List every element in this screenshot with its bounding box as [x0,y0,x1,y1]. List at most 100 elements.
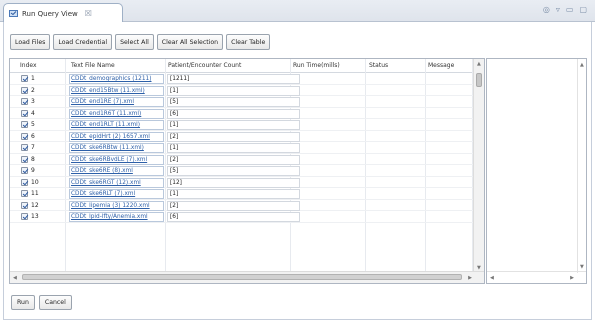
file-name-link[interactable]: CDDt_ske6RGT (12).xml [70,179,163,187]
file-name-cell[interactable]: CDDt_ske6RLT (7).xml [69,189,164,199]
load-credential-button[interactable]: Load Credential [53,34,113,50]
table-row[interactable]: 2 CDDt_end15Btw (11.xml) [1] [10,85,474,96]
file-name-link[interactable]: CDDt_epidHrt (2) 1657.xml [70,133,163,141]
scroll-right-icon[interactable]: ▶ [570,275,574,281]
row-checkbox[interactable] [21,190,28,197]
file-name-cell[interactable]: CDDt_epidHrt (2) 1657.xml [69,131,164,142]
load-files-button[interactable]: Load Files [10,34,51,50]
file-name-cell[interactable]: CDDt_end15Btw (11.xml) [69,85,164,96]
file-name-cell[interactable]: CDDt_ske6RBvdLE (7).xml [69,154,164,165]
file-name-cell[interactable]: CDDt_end1RE (7).xml [69,97,164,107]
column-header-count[interactable]: Patient/Encounter Count [168,62,241,69]
row-checkbox[interactable] [21,144,28,151]
row-index: 1 [31,75,35,82]
table-row[interactable]: 13 CDDt_lpid-lfty/Anemia.xml [6] [10,211,474,223]
row-checkbox[interactable] [21,132,28,140]
scroll-right-icon[interactable]: ▶ [468,275,472,281]
clear-all-selection-button[interactable]: Clear All Selection [156,34,224,50]
column-header-status[interactable]: Status [369,62,388,69]
file-name-link[interactable]: CDDt_lpid-lfty/Anemia.xml [70,213,163,221]
file-name-link[interactable]: CDDt_ske6RBtw (11.xml) [70,144,163,152]
row-checkbox[interactable] [21,86,28,94]
table-row[interactable]: 9 CDDt_ske6RE (8).xml [5] [10,165,474,177]
maximize-icon[interactable]: ▢ [579,5,587,14]
file-name-cell[interactable]: CDDt_ske6RGT (12).xml [69,177,164,188]
horizontal-scrollbar[interactable]: ◀ ▶ [10,271,484,283]
count-cell[interactable]: [1] [167,189,300,199]
count-cell[interactable]: [1] [167,85,300,96]
file-name-cell[interactable]: CDDt_demographics (1211) [69,74,164,84]
count-cell[interactable]: [2] [167,154,300,165]
table-row[interactable]: 5 CDDt_end1RLT (11.xml) [1] [10,119,474,131]
column-header-message[interactable]: Message [428,62,454,69]
chevron-down-icon[interactable]: ▿ [556,5,560,14]
file-name-link[interactable]: CDDt_ske6RE (8).xml [70,167,163,175]
table-row[interactable]: 10 CDDt_ske6RGT (12).xml [12] [10,177,474,188]
column-header-file-name[interactable]: Text File Name [71,62,115,69]
scroll-left-icon[interactable]: ◀ [490,275,494,281]
scroll-up-icon[interactable]: ▲ [580,62,584,68]
count-cell[interactable]: [5] [167,97,300,107]
table-row[interactable]: 4 CDDt_end1R6T (11.xml) [6] [10,108,474,119]
scroll-left-icon[interactable]: ◀ [13,275,17,281]
count-cell[interactable]: [1] [167,120,300,130]
table-row[interactable]: 1 CDDt_demographics (1211) [1211] [10,73,474,85]
table-row[interactable]: 11 CDDt_ske6RLT (7).xml [1] [10,188,474,200]
scrollbar-thumb[interactable] [22,274,462,280]
row-checkbox[interactable] [21,155,28,163]
count-cell[interactable]: [1211] [167,74,300,84]
scroll-up-icon[interactable]: ▲ [477,61,481,67]
count-cell[interactable]: [2] [167,200,300,211]
file-name-link[interactable]: CDDt_end1RE (7).xml [70,98,163,106]
file-name-link[interactable]: CDDt_ske6RBvdLE (7).xml [70,156,163,164]
file-name-link[interactable]: CDDt_demographics (1211) [70,75,163,83]
file-name-cell[interactable]: CDDt_lipemia (3) 1220.xml [69,200,164,211]
count-cell[interactable]: [6] [167,108,300,119]
row-checkbox[interactable] [21,98,28,105]
cancel-button[interactable]: Cancel [38,295,72,310]
row-checkbox[interactable] [21,201,28,209]
count-cell[interactable]: [2] [167,131,300,142]
vertical-scrollbar[interactable]: ▲ ▼ [473,59,484,273]
file-name-link[interactable]: CDDt_ske6RLT (7).xml [70,190,163,198]
row-checkbox[interactable] [21,75,28,82]
table-row[interactable]: 12 CDDt_lipemia (3) 1220.xml [2] [10,200,474,211]
file-name-link[interactable]: CDDt_end1RLT (11.xml) [70,121,163,129]
tab-run-query-view[interactable]: Run Query View ☒ [3,3,123,23]
column-header-run-time[interactable]: Run Time(mills) [293,62,340,69]
file-name-cell[interactable]: CDDt_ske6RBtw (11.xml) [69,143,164,153]
count-cell[interactable]: [1] [167,143,300,153]
row-index: 9 [31,167,35,174]
row-checkbox[interactable] [21,167,28,174]
file-name-link[interactable]: CDDt_lipemia (3) 1220.xml [70,202,163,210]
table-row[interactable]: 3 CDDt_end1RE (7).xml [5] [10,96,474,108]
count-cell[interactable]: [12] [167,177,300,188]
file-name-link[interactable]: CDDt_end15Btw (11.xml) [70,87,163,95]
scrollbar-thumb[interactable] [476,73,482,87]
table-row[interactable]: 6 CDDt_epidHrt (2) 1657.xml [2] [10,131,474,142]
file-name-cell[interactable]: CDDt_end1R6T (11.xml) [69,108,164,119]
row-checkbox[interactable] [21,178,28,186]
close-icon[interactable]: ☒ [85,9,92,18]
file-name-cell[interactable]: CDDt_end1RLT (11.xml) [69,120,164,130]
file-name-cell[interactable]: CDDt_ske6RE (8).xml [69,166,164,176]
row-index: 13 [31,213,39,220]
view-menu-icon[interactable]: ◎ [543,5,550,14]
scroll-down-icon[interactable]: ▼ [580,264,584,270]
row-checkbox[interactable] [21,109,28,117]
file-name-link[interactable]: CDDt_end1R6T (11.xml) [70,110,163,118]
table-row[interactable]: 7 CDDt_ske6RBtw (11.xml) [1] [10,142,474,154]
column-header-index[interactable]: Index [20,62,37,69]
count-cell[interactable]: [5] [167,166,300,176]
vertical-scrollbar[interactable]: ▲ ▼ [577,59,586,273]
run-button[interactable]: Run [11,295,35,310]
row-checkbox[interactable] [21,121,28,128]
horizontal-scrollbar[interactable]: ◀ ▶ [487,271,586,283]
count-cell[interactable]: [6] [167,212,300,222]
clear-table-button[interactable]: Clear Table [226,34,271,50]
minimize-icon[interactable]: ▭ [566,5,574,14]
select-all-button[interactable]: Select All [115,34,154,50]
file-name-cell[interactable]: CDDt_lpid-lfty/Anemia.xml [69,212,164,222]
row-checkbox[interactable] [21,213,28,220]
table-row[interactable]: 8 CDDt_ske6RBvdLE (7).xml [2] [10,154,474,165]
